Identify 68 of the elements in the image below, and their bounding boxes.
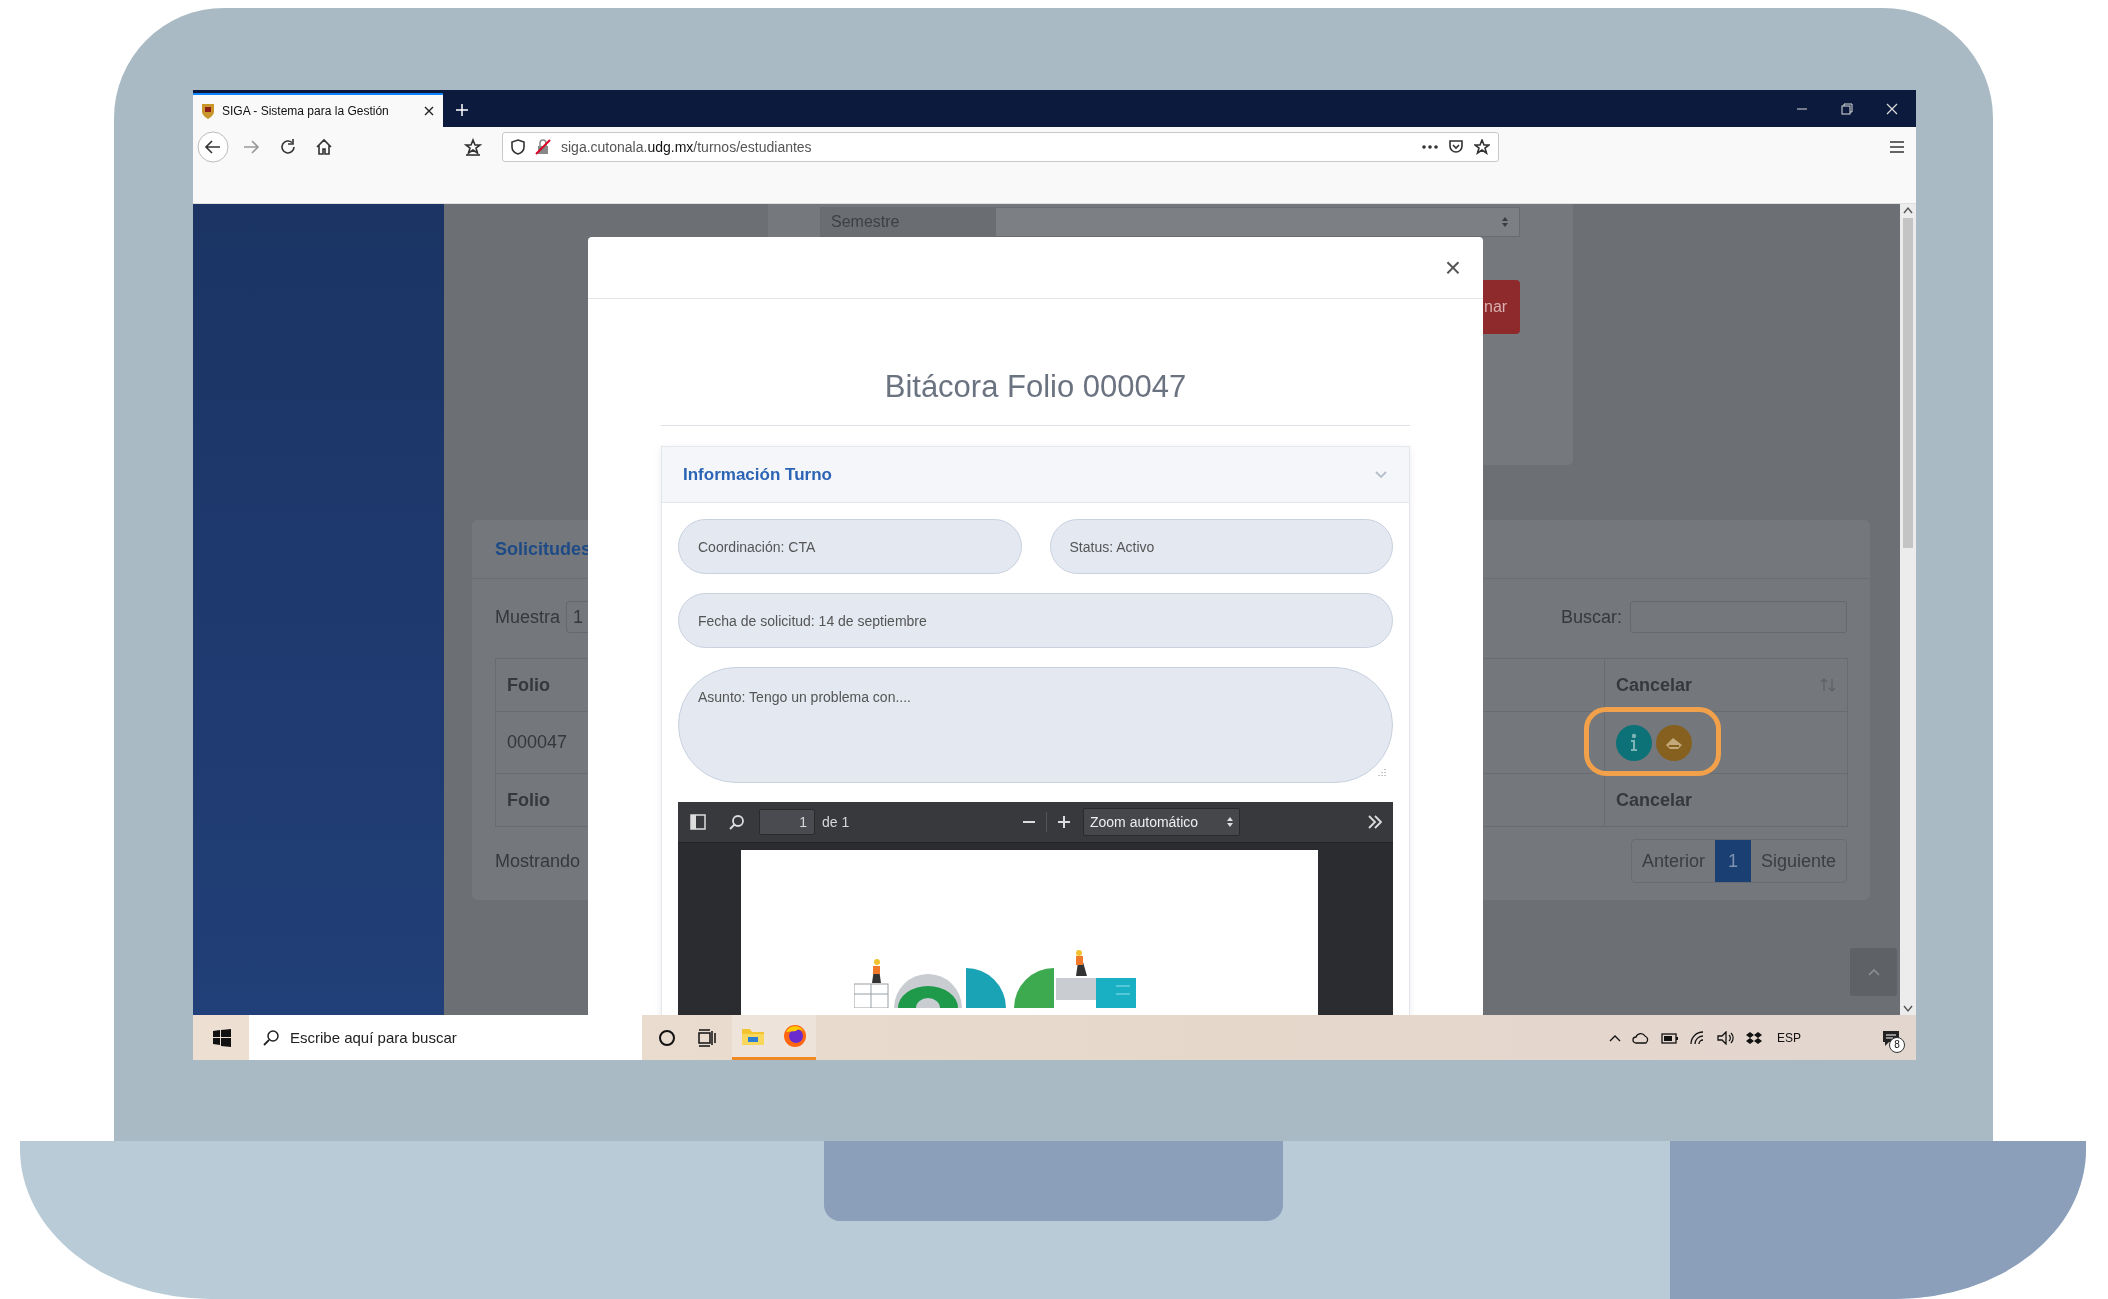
sort-arrows-icon <box>1501 216 1509 228</box>
zoom-in-icon[interactable] <box>1057 815 1071 829</box>
forward-icon[interactable] <box>242 138 260 156</box>
close-button[interactable]: × <box>1440 253 1465 282</box>
info-button-icon[interactable] <box>1616 724 1652 761</box>
sidebar-toggle-icon[interactable] <box>690 814 706 830</box>
search-icon[interactable] <box>729 814 745 830</box>
task-view-icon[interactable] <box>698 1028 718 1047</box>
modal-title: Bitácora Folio 000047 <box>883 368 1188 406</box>
zoom-select[interactable]: Zoom automático <box>1083 808 1240 836</box>
search-label: Buscar: <box>1560 606 1622 628</box>
section-title[interactable]: Información Turno <box>683 464 832 485</box>
info-field: Fecha de solicitud: 14 de septiembre <box>678 593 1393 648</box>
zoom-value: Zoom automático <box>1090 814 1199 830</box>
folder-icon <box>741 1026 765 1046</box>
chevron-up-icon <box>1867 968 1880 976</box>
back-icon[interactable] <box>197 131 229 163</box>
dropbox-icon[interactable] <box>1746 1030 1762 1045</box>
star-icon[interactable] <box>1474 139 1490 155</box>
resize-grip-icon <box>1378 768 1386 776</box>
card-title: Solicitudes <box>495 538 592 560</box>
battery-icon[interactable] <box>1661 1031 1679 1044</box>
search-icon <box>263 1029 279 1046</box>
table-footer: Folio <box>507 789 550 810</box>
table-footer: Cancelar <box>1616 789 1693 810</box>
info-field: Status: Activo <box>1049 519 1393 574</box>
browser-tab[interactable]: SIGA - Sistema para la Gestión <box>193 93 443 127</box>
volume-icon[interactable] <box>1717 1030 1735 1045</box>
wifi-icon[interactable] <box>1690 1030 1706 1045</box>
address-bar[interactable]: siga.cutonala.udg.mx/turnos/estudiantes <box>502 132 1499 162</box>
circle-icon[interactable] <box>658 1028 676 1047</box>
url-text: siga.cutonala.udg.mx/turnos/estudiantes <box>561 139 813 155</box>
browser-globe-icon <box>783 1024 807 1048</box>
page-button[interactable]: 1 <box>1714 840 1751 882</box>
table-cell: 000047 <box>507 732 568 752</box>
double-chevron-icon[interactable] <box>1367 815 1383 829</box>
shield-icon <box>511 139 525 155</box>
home-icon[interactable] <box>315 138 333 156</box>
language-indicator[interactable]: ESP <box>1777 1030 1801 1045</box>
length-label: Muestra <box>495 606 561 628</box>
more-icon[interactable] <box>1422 145 1438 149</box>
scroll-down-icon[interactable] <box>1903 1005 1913 1013</box>
page-count: de 1 <box>822 814 850 830</box>
cloud-icon[interactable] <box>1632 1031 1650 1044</box>
new-tab-icon[interactable] <box>455 103 469 117</box>
taskbar-search-field[interactable]: Escribe aquí para buscar <box>249 1015 642 1060</box>
table-info: Mostrando <box>495 850 581 872</box>
windows-icon[interactable] <box>213 1028 231 1047</box>
scrollbar[interactable] <box>1900 204 1916 1015</box>
taskbar-app[interactable] <box>774 1015 816 1060</box>
menu-icon[interactable] <box>1889 140 1905 154</box>
taskbar-app[interactable] <box>732 1015 774 1060</box>
info-field: Asunto: Tengo un problema con.... <box>678 667 1393 783</box>
chevron-up-icon[interactable] <box>1609 1033 1621 1042</box>
eraser-button-icon[interactable] <box>1656 724 1692 761</box>
sort-icon <box>1820 678 1836 692</box>
info-field: Coordinación: CTA <box>678 519 1022 574</box>
close-icon[interactable] <box>423 105 435 117</box>
restore-icon[interactable] <box>1841 103 1853 115</box>
reload-icon[interactable] <box>279 138 297 156</box>
page-number-field[interactable]: 1 <box>759 809 815 835</box>
star-icon[interactable] <box>464 138 482 156</box>
sort-arrows-icon <box>1227 817 1233 827</box>
crest-icon <box>201 103 215 119</box>
insecure-lock-icon <box>535 139 551 155</box>
scroll-up-icon[interactable] <box>1903 206 1913 214</box>
submit-button[interactable]: nar <box>1483 280 1520 334</box>
pocket-icon[interactable] <box>1448 139 1464 155</box>
